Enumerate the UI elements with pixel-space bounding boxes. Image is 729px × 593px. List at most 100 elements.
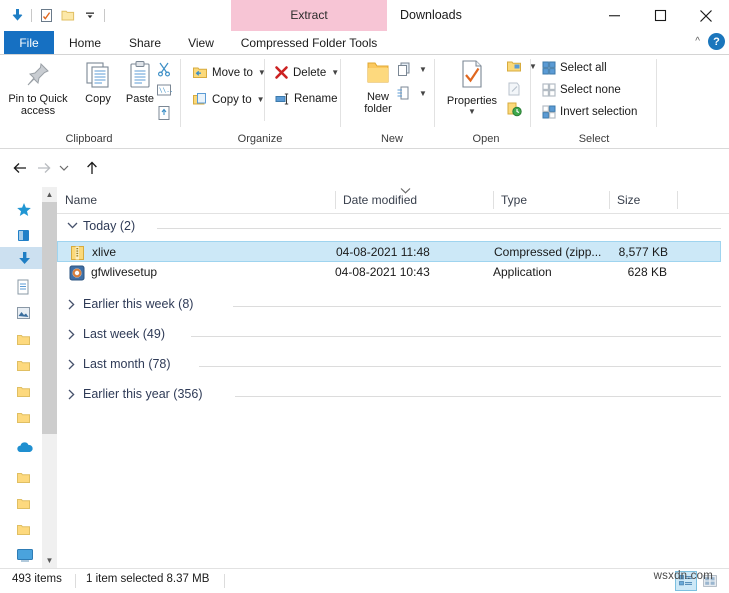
pin-to-quick-access-label: Pin to Quick access <box>8 93 67 117</box>
delete-caret-icon[interactable]: ▼ <box>331 68 339 77</box>
collapse-ribbon-icon[interactable]: ^ <box>695 36 700 47</box>
downloads-folder-icon[interactable] <box>6 4 28 26</box>
copy-path-icon: \\.. <box>156 83 172 97</box>
scroll-down-arrow-icon[interactable]: ▼ <box>42 553 57 568</box>
forward-button <box>32 155 56 181</box>
column-divider-4[interactable] <box>677 191 678 209</box>
properties-icon <box>457 59 487 93</box>
paste-shortcut-button[interactable] <box>156 104 172 121</box>
ribbon-group-open: Properties ▼ ▼ <box>438 55 534 147</box>
file-name: xlive <box>92 245 116 259</box>
file-list-pane: Name Date modified Type Size Today (2) <box>57 187 729 568</box>
copy-to-button[interactable]: Copy to ▼ <box>192 92 265 107</box>
close-button[interactable] <box>683 0 729 31</box>
select-all-button[interactable]: Select all <box>542 61 607 75</box>
delete-button[interactable]: Delete ▼ <box>274 65 339 80</box>
ribbon-tab-strip: File Home Share View Compressed Folder T… <box>0 31 729 55</box>
file-size: 8,577 KB <box>558 245 668 259</box>
group-rule-earlier-this-year <box>235 396 721 397</box>
group-header-last-month[interactable]: Last month (78) <box>57 353 729 379</box>
group-header-today[interactable]: Today (2) <box>57 215 729 241</box>
nav-item-downloads[interactable] <box>16 250 42 267</box>
move-to-label: Move to <box>212 67 253 79</box>
ribbon-group-clipboard: Pin to Quick access C <box>0 55 178 147</box>
recent-locations-button[interactable] <box>56 155 72 181</box>
up-button[interactable] <box>80 155 104 181</box>
move-to-icon <box>192 65 208 80</box>
quick-access-star-icon[interactable] <box>16 201 42 218</box>
column-header-name[interactable]: Name <box>57 187 335 213</box>
history-button[interactable] <box>506 101 523 117</box>
nav-item-pictures[interactable] <box>16 304 42 321</box>
group-header-last-week[interactable]: Last week (49) <box>57 323 729 349</box>
desktop-icon[interactable] <box>16 227 42 244</box>
ribbon-group-label-organize: Organize <box>182 133 338 145</box>
select-all-label: Select all <box>560 62 607 74</box>
copy-path-button[interactable]: \\.. <box>156 83 172 97</box>
quick-access-toolbar <box>6 3 108 27</box>
column-header-size[interactable]: Size <box>609 187 677 213</box>
group-collapse-chevron-icon[interactable] <box>67 299 76 313</box>
customize-dropdown-icon[interactable] <box>79 4 101 26</box>
nav-item-folder-6[interactable] <box>16 495 42 512</box>
easy-access-button[interactable]: ▼ <box>396 85 427 101</box>
nav-item-folder-1[interactable] <box>16 331 42 348</box>
navigation-pane-scrollbar[interactable]: ▲ ▼ <box>42 187 57 568</box>
onedrive-cloud-icon[interactable] <box>16 439 42 456</box>
select-none-button[interactable]: Select none <box>542 83 621 97</box>
nav-item-folder-2[interactable] <box>16 357 42 374</box>
invert-selection-icon <box>542 105 556 119</box>
group-expand-chevron-icon[interactable] <box>67 221 78 233</box>
easy-access-caret-icon[interactable]: ▼ <box>419 89 427 98</box>
copy-to-label: Copy to <box>212 94 252 106</box>
properties-caret-icon[interactable]: ▼ <box>468 107 476 116</box>
group-label-last-week: Last week (49) <box>83 327 165 341</box>
rename-button[interactable]: Rename <box>274 92 337 106</box>
nav-item-folder-5[interactable] <box>16 469 42 486</box>
column-header-type[interactable]: Type <box>493 187 609 213</box>
minimize-button[interactable] <box>591 0 637 31</box>
properties-button[interactable]: Properties ▼ <box>438 59 506 116</box>
file-size: 628 KB <box>557 265 667 279</box>
tab-share[interactable]: Share <box>116 31 174 55</box>
tab-home[interactable]: Home <box>54 31 116 55</box>
properties-icon[interactable] <box>35 4 57 26</box>
ribbon-group-select: Select all Select none <box>534 55 654 147</box>
tab-compressed-folder-tools[interactable]: Compressed Folder Tools <box>231 31 387 55</box>
nav-item-folder-7[interactable] <box>16 521 42 538</box>
new-item-caret-icon[interactable]: ▼ <box>419 65 427 74</box>
contextual-tab-title: Extract <box>231 0 387 31</box>
history-icon <box>506 101 523 117</box>
tab-file[interactable]: File <box>4 31 54 55</box>
scroll-up-arrow-icon[interactable]: ▲ <box>42 187 57 202</box>
help-icon[interactable]: ? <box>708 33 725 50</box>
tab-view[interactable]: View <box>174 31 228 55</box>
cut-button[interactable] <box>156 61 172 77</box>
group-collapse-chevron-icon[interactable] <box>67 359 76 373</box>
group-rule-last-month <box>199 366 721 367</box>
table-row[interactable]: xlive 04-08-2021 11:48 Compressed (zipp.… <box>57 241 721 262</box>
scrollbar-thumb[interactable] <box>42 202 57 434</box>
back-button[interactable] <box>8 155 32 181</box>
pin-to-quick-access-button[interactable]: Pin to Quick access <box>8 59 68 117</box>
open-button[interactable]: ▼ <box>506 59 537 74</box>
group-collapse-chevron-icon[interactable] <box>67 329 76 343</box>
group-header-earlier-this-year[interactable]: Earlier this year (356) <box>57 383 729 409</box>
qat-divider-2 <box>104 9 105 22</box>
copy-to-icon <box>192 92 208 107</box>
new-folder-icon[interactable] <box>57 4 79 26</box>
group-collapse-chevron-icon[interactable] <box>67 389 76 403</box>
application-icon <box>69 265 85 281</box>
group-header-earlier-this-week[interactable]: Earlier this week (8) <box>57 293 729 319</box>
maximize-button[interactable] <box>637 0 683 31</box>
new-item-button[interactable]: ▼ <box>396 61 427 77</box>
table-row[interactable]: gfwlivesetup 04-08-2021 10:43 Applicatio… <box>57 262 721 283</box>
nav-item-documents[interactable] <box>16 278 42 295</box>
nav-item-folder-4[interactable] <box>16 409 42 426</box>
ribbon-help-row: ^ ? <box>695 33 725 50</box>
column-header-date-modified[interactable]: Date modified <box>335 187 493 213</box>
move-to-button[interactable]: Move to ▼ <box>192 65 266 80</box>
invert-selection-button[interactable]: Invert selection <box>542 105 637 119</box>
nav-item-folder-3[interactable] <box>16 383 42 400</box>
this-pc-icon[interactable] <box>16 547 42 564</box>
